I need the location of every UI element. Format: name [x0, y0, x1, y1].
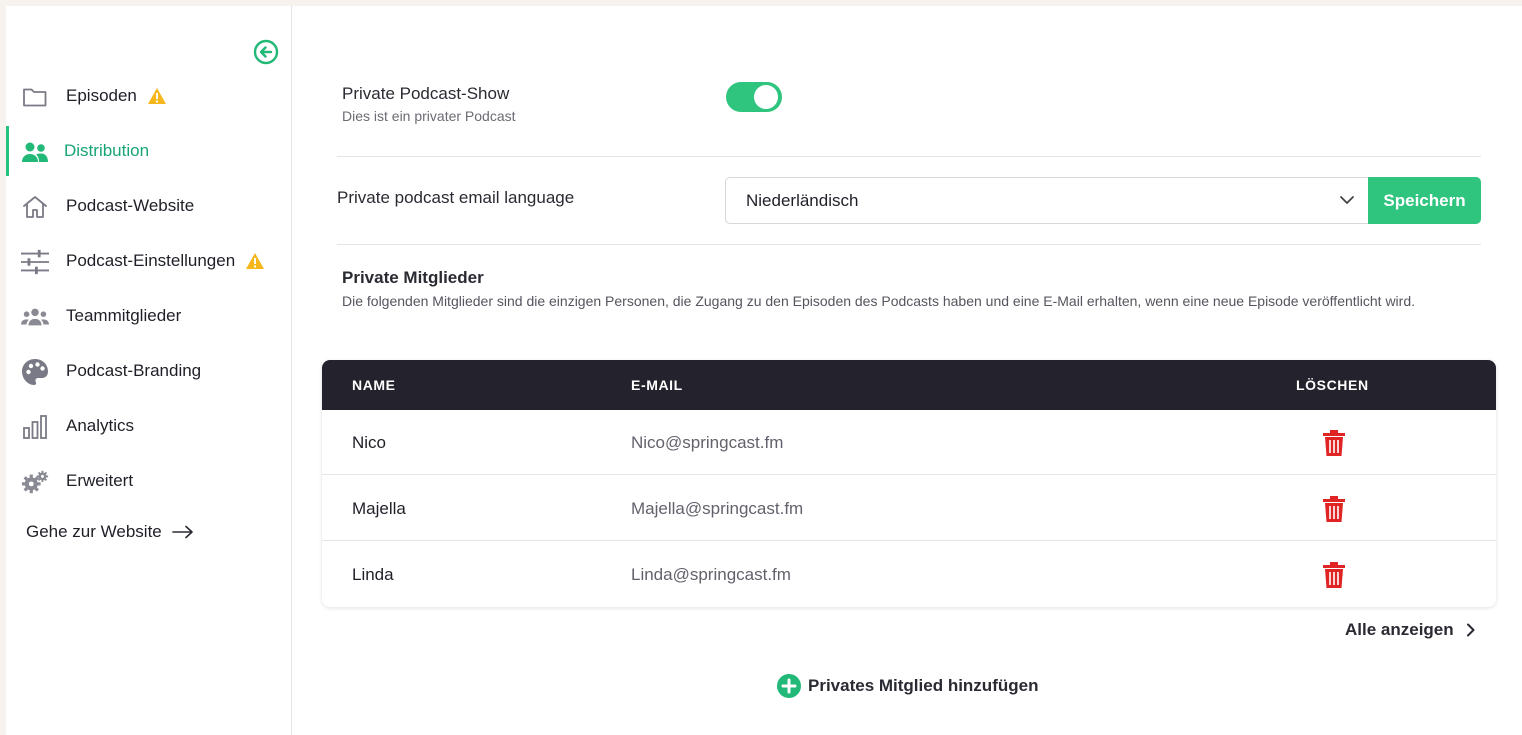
email-language-value: Niederländisch	[746, 190, 859, 210]
add-member-button[interactable]: Privates Mitglied hinzufügen	[777, 674, 1038, 698]
bar-chart-icon	[21, 413, 49, 441]
sliders-icon	[21, 248, 49, 276]
member-email: Linda@springcast.fm	[631, 565, 791, 584]
main-content: Private Podcast-Show Dies ist ein privat…	[292, 6, 1522, 735]
members-title: Private Mitglieder	[342, 268, 484, 287]
sidebar-item-label: Episoden	[66, 86, 137, 105]
show-all-link[interactable]: Alle anzeigen	[1345, 620, 1476, 640]
sidebar-item-label: Analytics	[66, 416, 135, 435]
chevron-down-icon	[1340, 196, 1354, 204]
column-header-name[interactable]: NAME	[352, 377, 396, 393]
member-name: Majella	[352, 499, 406, 518]
goto-website-link[interactable]: Gehe zur Website	[26, 522, 194, 542]
home-icon	[21, 193, 49, 221]
divider	[337, 244, 1481, 245]
sidebar-item-label: Distribution	[64, 141, 150, 160]
divider	[337, 156, 1481, 157]
save-button[interactable]: Speichern	[1368, 177, 1481, 224]
member-name: Nico	[352, 433, 387, 452]
sidebar: Episoden Distribution Podcast-Website Po…	[6, 6, 292, 735]
table-row: Majella Majella@springcast.fm	[322, 476, 1496, 541]
team-icon	[21, 303, 49, 331]
member-email: Majella@springcast.fm	[631, 499, 804, 518]
add-member-label: Privates Mitglied hinzufügen	[808, 676, 1039, 695]
table-row: Linda Linda@springcast.fm	[322, 542, 1496, 607]
users-icon	[21, 138, 49, 166]
sidebar-item-analytics[interactable]: Analytics	[6, 401, 291, 451]
collapse-sidebar-icon[interactable]	[253, 39, 279, 65]
email-language-select[interactable]: Niederländisch	[725, 177, 1369, 224]
sidebar-item-label: Podcast-Website	[66, 196, 195, 215]
private-show-title: Private Podcast-Show	[342, 84, 510, 103]
arrow-right-icon	[171, 525, 193, 539]
private-show-subtitle: Dies ist ein privater Podcast	[342, 108, 516, 124]
sidebar-item-label: Erweitert	[66, 471, 134, 490]
sidebar-item-podcast-einstellungen[interactable]: Podcast-Einstellungen	[6, 236, 291, 286]
show-all-label: Alle anzeigen	[1345, 620, 1454, 639]
member-name: Linda	[352, 565, 394, 584]
sidebar-item-label: Podcast-Einstellungen	[66, 251, 236, 270]
member-email: Nico@springcast.fm	[631, 433, 784, 452]
sidebar-item-podcast-website[interactable]: Podcast-Website	[6, 181, 291, 231]
table-header: NAME E-MAIL LÖSCHEN	[322, 360, 1496, 410]
warning-icon	[147, 87, 167, 105]
table-row: Nico Nico@springcast.fm	[322, 410, 1496, 475]
trash-icon[interactable]	[1322, 430, 1346, 456]
private-show-toggle[interactable]	[726, 82, 782, 112]
sidebar-item-teammitglieder[interactable]: Teammitglieder	[6, 291, 291, 341]
palette-icon	[21, 358, 49, 386]
sidebar-item-label: Teammitglieder	[66, 306, 182, 325]
app-window: Episoden Distribution Podcast-Website Po…	[6, 6, 1522, 735]
folder-icon	[21, 83, 49, 111]
goto-website-label: Gehe zur Website	[26, 522, 162, 541]
column-header-email[interactable]: E-MAIL	[631, 377, 683, 393]
warning-icon	[245, 252, 265, 270]
plus-circle-icon	[777, 674, 801, 698]
email-language-label: Private podcast email language	[337, 188, 575, 207]
sidebar-item-distribution[interactable]: Distribution	[6, 126, 291, 176]
toggle-knob	[754, 85, 778, 109]
sidebar-item-label: Podcast-Branding	[66, 361, 202, 380]
gears-icon	[21, 468, 49, 496]
members-table: NAME E-MAIL LÖSCHEN Nico Nico@springcast…	[322, 360, 1496, 607]
members-description: Die folgenden Mitglieder sind die einzig…	[342, 293, 1415, 309]
trash-icon[interactable]	[1322, 496, 1346, 522]
trash-icon[interactable]	[1322, 562, 1346, 588]
sidebar-item-episoden[interactable]: Episoden	[6, 71, 291, 121]
column-header-delete: LÖSCHEN	[1296, 377, 1369, 393]
sidebar-item-erweitert[interactable]: Erweitert	[6, 456, 291, 506]
chevron-right-icon	[1466, 623, 1475, 637]
sidebar-item-podcast-branding[interactable]: Podcast-Branding	[6, 346, 291, 396]
